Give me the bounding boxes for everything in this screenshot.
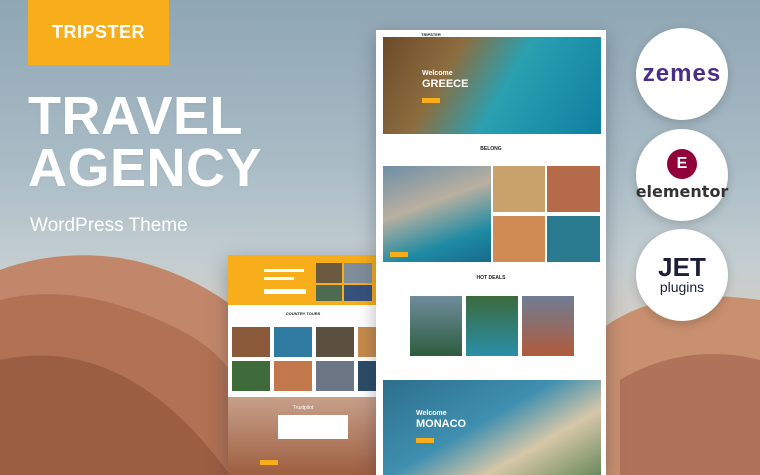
section-belong-title: BELONG (480, 146, 502, 152)
elementor-icon: E (667, 149, 697, 179)
hero-title-line1: TRAVEL (28, 86, 243, 146)
brand-name: TRIPSTER (51, 22, 145, 42)
elementor-logo: elementor (635, 182, 729, 201)
hero-title: TRAVEL AGENCY (28, 86, 263, 198)
section-title: COUNTRY TOURS (285, 311, 321, 316)
hero-title-line2: AGENCY (28, 138, 263, 198)
jet-logo: JET (658, 252, 706, 282)
mockup-main: TRIPSTER Welcome GREECE BELONG HOT DEALS… (376, 30, 606, 475)
brand-badge: TRIPSTER (28, 0, 169, 65)
jet-badge: JET plugins (636, 229, 728, 321)
zemes-logo: zemes (642, 60, 722, 87)
review-brand: Trustpilot (292, 405, 314, 411)
mockup-secondary: COUNTRY TOURS Trustpilot (228, 255, 378, 475)
mockup-left-header (228, 255, 378, 305)
section-hotdeals-title: HOT DEALS (476, 275, 506, 281)
hero-heading: GREECE (422, 78, 469, 90)
zemes-badge: zemes (636, 28, 728, 120)
jet-plugins-label: plugins (659, 279, 705, 295)
hero-kicker: Welcome (422, 70, 453, 77)
footer-heading: MONACO (416, 418, 467, 430)
hero-subtitle: WordPress Theme (30, 215, 188, 236)
hero-image (383, 37, 601, 134)
elementor-badge: E elementor (636, 129, 728, 221)
footer-kicker: Welcome (416, 410, 447, 417)
